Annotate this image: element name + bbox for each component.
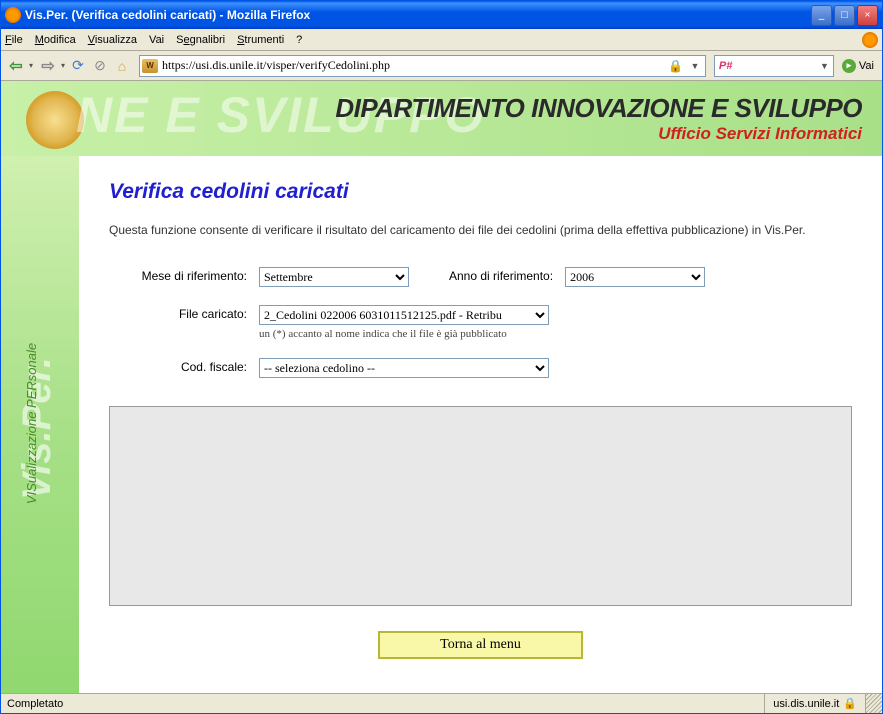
page-banner: NE E SVILUPPO DIPARTIMENTO INNOVAZIONE E… bbox=[1, 81, 882, 156]
window-title: Vis.Per. (Verifica cedolini caricati) - … bbox=[25, 8, 811, 22]
go-icon: ▸ bbox=[842, 59, 856, 73]
reload-button[interactable]: ⟳ bbox=[69, 57, 87, 75]
site-favicon-icon: W bbox=[142, 59, 158, 73]
label-file: File caricato: bbox=[109, 305, 259, 321]
lock-icon: 🔒 bbox=[668, 59, 683, 73]
status-domain: usi.dis.unile.it bbox=[773, 698, 839, 710]
menu-file[interactable]: File bbox=[5, 34, 23, 46]
menu-help[interactable]: ? bbox=[296, 34, 302, 46]
go-button[interactable]: ▸ Vai bbox=[838, 59, 878, 73]
label-anno: Anno di riferimento: bbox=[409, 267, 565, 283]
page-title: Verifica cedolini caricati bbox=[109, 180, 852, 204]
forward-button[interactable]: ⇨ bbox=[37, 55, 59, 77]
menubar: File Modifica Visualizza Vai Segnalibri … bbox=[1, 29, 882, 51]
window-titlebar: Vis.Per. (Verifica cedolini caricati) - … bbox=[1, 1, 882, 29]
firefox-icon bbox=[5, 7, 21, 23]
back-button[interactable]: ⇦ bbox=[5, 55, 27, 77]
preview-panel bbox=[109, 406, 852, 606]
menu-visualizza[interactable]: Visualizza bbox=[88, 34, 137, 46]
url-bar[interactable]: W https://usi.dis.unile.it/visper/verify… bbox=[139, 55, 706, 77]
banner-title: DIPARTIMENTO INNOVAZIONE E SVILUPPO bbox=[335, 93, 862, 124]
status-domain-cell: usi.dis.unile.it 🔒 bbox=[765, 694, 866, 713]
label-cod-fiscale: Cod. fiscale: bbox=[109, 358, 259, 374]
home-button[interactable]: ⌂ bbox=[113, 57, 131, 75]
menu-vai[interactable]: Vai bbox=[149, 34, 164, 46]
maximize-button[interactable]: □ bbox=[834, 5, 855, 26]
go-label: Vai bbox=[859, 60, 874, 72]
main-content: Verifica cedolini caricati Questa funzio… bbox=[79, 156, 882, 693]
url-text[interactable]: https://usi.dis.unile.it/visper/verifyCe… bbox=[162, 58, 664, 73]
search-dropdown-icon[interactable]: ▼ bbox=[820, 61, 829, 71]
page-description: Questa funzione consente di verificare i… bbox=[109, 222, 852, 239]
select-anno[interactable]: 2006 bbox=[565, 267, 705, 287]
search-bar[interactable]: P# ▼ bbox=[714, 55, 834, 77]
back-dropdown-icon[interactable]: ▾ bbox=[29, 61, 33, 70]
banner-subtitle: Ufficio Servizi Informatici bbox=[335, 124, 862, 144]
stop-button[interactable]: ⊘ bbox=[91, 57, 109, 75]
select-file[interactable]: 2_Cedolini 022006 6031011512125.pdf - Re… bbox=[259, 305, 549, 325]
sidebar-tagline: VISualizzazione PERsonale bbox=[24, 343, 39, 504]
status-text: Completato bbox=[1, 694, 765, 713]
status-lock-icon: 🔒 bbox=[843, 697, 857, 710]
label-mese: Mese di riferimento: bbox=[109, 267, 259, 283]
minimize-button[interactable]: _ bbox=[811, 5, 832, 26]
search-engine-icon[interactable]: P# bbox=[719, 60, 732, 72]
statusbar: Completato usi.dis.unile.it 🔒 bbox=[1, 693, 882, 713]
throbber-icon bbox=[862, 32, 878, 48]
file-hint: un (*) accanto al nome indica che il fil… bbox=[259, 328, 549, 340]
back-to-menu-button[interactable]: Torna al menu bbox=[378, 631, 583, 659]
navigation-toolbar: ⇦ ▾ ⇨ ▾ ⟳ ⊘ ⌂ W https://usi.dis.unile.it… bbox=[1, 51, 882, 81]
forward-dropdown-icon[interactable]: ▾ bbox=[61, 61, 65, 70]
select-cod-fiscale[interactable]: -- seleziona cedolino -- bbox=[259, 358, 549, 378]
select-mese[interactable]: Settembre bbox=[259, 267, 409, 287]
url-dropdown-icon[interactable]: ▼ bbox=[687, 61, 703, 71]
sidebar: Vis.Per. VISualizzazione PERsonale bbox=[1, 156, 79, 693]
resize-grip[interactable] bbox=[866, 694, 882, 713]
menu-segnalibri[interactable]: Segnalibri bbox=[176, 34, 225, 46]
close-button[interactable]: × bbox=[857, 5, 878, 26]
menu-modifica[interactable]: Modifica bbox=[35, 34, 76, 46]
menu-strumenti[interactable]: Strumenti bbox=[237, 34, 284, 46]
